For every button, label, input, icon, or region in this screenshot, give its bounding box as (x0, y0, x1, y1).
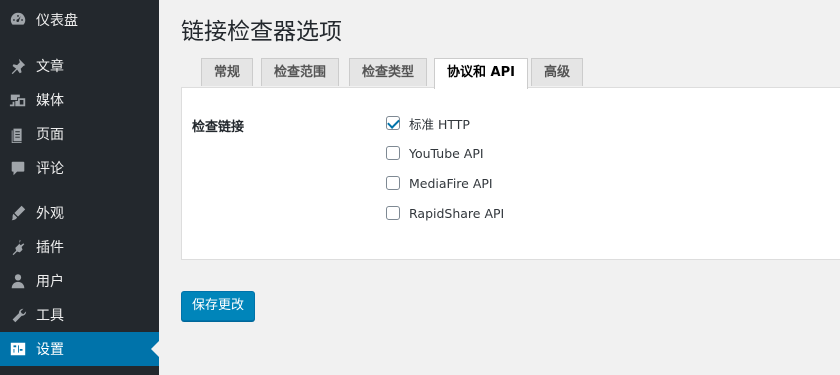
sidebar-item-plugins[interactable]: 插件 (0, 230, 159, 264)
settings-icon (8, 339, 28, 359)
media-icon (8, 90, 28, 110)
sidebar-item-label: 仪表盘 (36, 13, 78, 29)
sidebar-item-label: 工具 (36, 308, 64, 324)
page-title: 链接检查器选项 (181, 19, 342, 45)
sidebar-item-pages[interactable]: 页面 (0, 117, 159, 151)
sidebar-item-label: 插件 (36, 240, 64, 256)
tab-check-types[interactable]: 检查类型 (349, 58, 428, 86)
sidebar-item-tools[interactable]: 工具 (0, 298, 159, 332)
sidebar-item-label: 文章 (36, 59, 64, 75)
user-icon (8, 271, 28, 291)
checkbox[interactable] (386, 146, 400, 160)
sidebar-item-label: 媒体 (36, 93, 64, 109)
settings-tabs: 常规 检查范围 检查类型 协议和 API 高级 (181, 58, 840, 89)
sidebar-item-label: 设置 (36, 342, 64, 358)
option-label: 标准 HTTP (409, 116, 470, 132)
save-button[interactable]: 保存更改 (181, 291, 255, 321)
pin-icon (8, 56, 28, 76)
tab-general[interactable]: 常规 (201, 58, 254, 86)
option-mediafire-api[interactable]: MediaFire API (386, 174, 493, 192)
pages-icon (8, 124, 28, 144)
section-label: 检查链接 (192, 120, 245, 135)
option-standard-http[interactable]: 标准 HTTP (386, 114, 470, 132)
option-label: YouTube API (409, 145, 484, 161)
settings-panel (181, 87, 840, 260)
checkbox[interactable] (386, 176, 400, 190)
tab-protocols-api[interactable]: 协议和 API (434, 58, 528, 89)
admin-sidebar: 仪表盘 文章 媒体 页面 评论 外观 插件 用户 工具 设置 (0, 0, 159, 375)
option-label: MediaFire API (409, 175, 493, 191)
sidebar-item-dashboard[interactable]: 仪表盘 (0, 3, 159, 37)
wrench-icon (8, 305, 28, 325)
sidebar-item-label: 评论 (36, 161, 64, 177)
sidebar-item-posts[interactable]: 文章 (0, 49, 159, 83)
option-youtube-api[interactable]: YouTube API (386, 144, 484, 162)
comment-icon (8, 158, 28, 178)
checkbox-checked[interactable] (386, 116, 400, 130)
sidebar-item-media[interactable]: 媒体 (0, 83, 159, 117)
plugin-icon (8, 237, 28, 257)
sidebar-item-comments[interactable]: 评论 (0, 151, 159, 185)
tab-scope[interactable]: 检查范围 (261, 58, 340, 86)
appearance-icon (8, 203, 28, 223)
sidebar-item-users[interactable]: 用户 (0, 264, 159, 298)
option-rapidshare-api[interactable]: RapidShare API (386, 204, 504, 222)
option-label: RapidShare API (409, 205, 505, 221)
sidebar-item-label: 外观 (36, 206, 64, 222)
sidebar-item-appearance[interactable]: 外观 (0, 196, 159, 230)
tab-advanced[interactable]: 高级 (531, 58, 584, 86)
dashboard-icon (8, 10, 28, 30)
sidebar-item-label: 用户 (36, 274, 64, 290)
sidebar-item-settings[interactable]: 设置 (0, 332, 159, 366)
sidebar-item-label: 页面 (36, 127, 64, 143)
checkbox[interactable] (386, 206, 400, 220)
